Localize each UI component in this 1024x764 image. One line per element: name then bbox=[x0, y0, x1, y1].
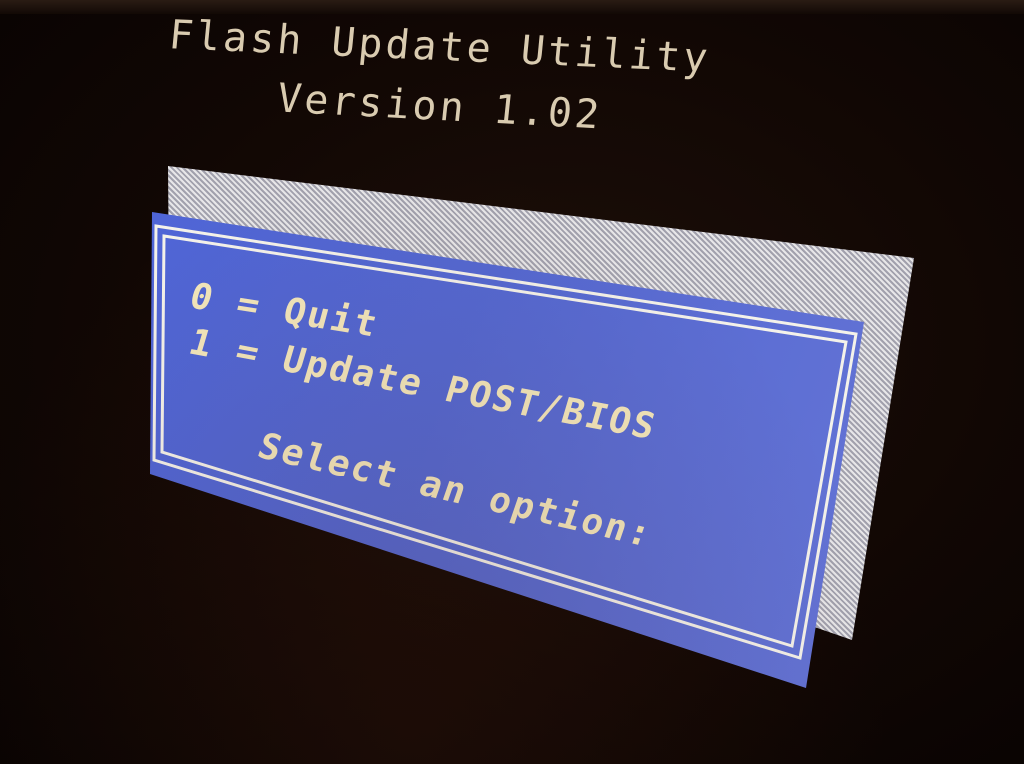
menu-dialog: 0 = Quit 1 = Update POST/BIOS Select an … bbox=[0, 0, 1024, 764]
bios-screen: Flash Update Utility Version 1.02 0 = Qu… bbox=[0, 0, 1024, 764]
